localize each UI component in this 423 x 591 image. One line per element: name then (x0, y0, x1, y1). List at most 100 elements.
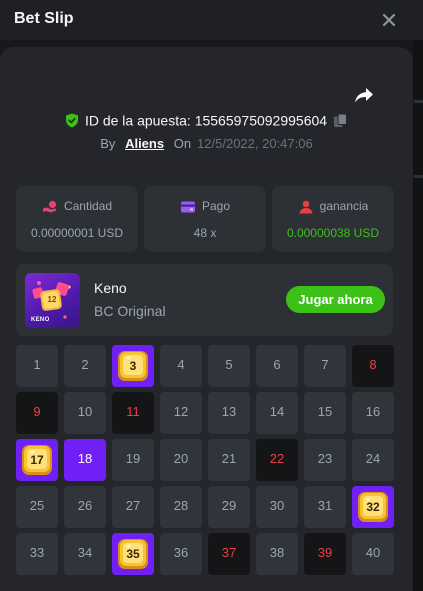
keno-cell-6: 6 (256, 345, 298, 387)
keno-cell-35: 35 (112, 533, 154, 575)
bet-date: 12/5/2022, 20:47:06 (197, 136, 313, 151)
keno-cell-22: 22 (256, 439, 298, 481)
bet-meta-row: By Aliens On 12/5/2022, 20:47:06 (0, 136, 413, 154)
keno-cell-number: 21 (221, 451, 237, 466)
keno-cell-38: 38 (256, 533, 298, 575)
keno-cell-4: 4 (160, 345, 202, 387)
profit-label: ganancia (319, 199, 369, 213)
wallet-icon (180, 201, 195, 213)
shield-check-icon (65, 113, 78, 128)
bet-id-label: ID de la apuesta: (84, 112, 191, 129)
keno-cell-40: 40 (352, 533, 394, 575)
keno-cell-8: 8 (352, 345, 394, 387)
keno-cell-13: 13 (208, 392, 250, 434)
keno-thumb-number: 12 (47, 295, 57, 304)
keno-cell-number: 11 (126, 404, 140, 419)
user-icon (299, 200, 313, 214)
copy-icon[interactable] (333, 113, 348, 128)
keno-cell-11: 11 (112, 392, 154, 434)
keno-cell-number: 30 (269, 498, 285, 513)
keno-cell-15: 15 (304, 392, 346, 434)
keno-cell-number: 19 (125, 451, 141, 466)
keno-cell-number: 7 (321, 357, 329, 372)
amount-label: Cantidad (63, 199, 113, 213)
keno-cell-21: 21 (208, 439, 250, 481)
user-link[interactable]: Aliens (125, 136, 164, 151)
keno-cell-number: 8 (369, 357, 377, 372)
keno-cell-12: 12 (160, 392, 202, 434)
game-provider: BC Original (94, 303, 166, 319)
keno-cell-number: 40 (365, 545, 381, 560)
payout-label: Pago (201, 199, 231, 213)
keno-cell-number: 36 (173, 545, 189, 560)
payout-value: 48 x (193, 226, 217, 240)
keno-cell-32: 32 (352, 486, 394, 528)
keno-cell-number: 26 (77, 498, 93, 513)
keno-cell-20: 20 (160, 439, 202, 481)
keno-cell-number: 14 (269, 404, 285, 419)
keno-thumb-label: KENO (31, 317, 50, 323)
keno-cell-number: 6 (273, 357, 281, 372)
keno-cell-number: 27 (125, 498, 141, 513)
background-page-mark (414, 100, 423, 103)
keno-cell-28: 28 (160, 486, 202, 528)
keno-cell-18: 18 (64, 439, 106, 481)
play-now-button[interactable]: Jugar ahora (286, 286, 385, 313)
bet-slip-title: Bet Slip (14, 10, 74, 27)
keno-cell-number: 20 (173, 451, 189, 466)
keno-cell-number: 18 (77, 451, 93, 466)
keno-cell-7: 7 (304, 345, 346, 387)
keno-cell-number: 25 (29, 498, 45, 513)
keno-cell-number: 2 (81, 357, 89, 372)
profit-value: 0.00000038 USD (286, 226, 380, 240)
keno-cell-number: 38 (269, 545, 285, 560)
keno-cell-34: 34 (64, 533, 106, 575)
keno-cell-25: 25 (16, 486, 58, 528)
keno-cell-36: 36 (160, 533, 202, 575)
keno-cell-37: 37 (208, 533, 250, 575)
amount-value: 0.00000001 USD (30, 226, 124, 240)
keno-cell-number: 34 (77, 545, 93, 560)
keno-cell-number: 9 (33, 404, 41, 419)
keno-cell-31: 31 (304, 486, 346, 528)
background-page-edge (413, 40, 423, 591)
keno-cell-number: 15 (317, 404, 333, 419)
share-icon[interactable] (353, 84, 375, 106)
keno-cell-27: 27 (112, 486, 154, 528)
keno-cell-number: 10 (77, 404, 93, 419)
keno-cell-number: 37 (221, 545, 237, 560)
keno-cell-39: 39 (304, 533, 346, 575)
profit-stat: ganancia 0.00000038 USD (272, 186, 394, 252)
keno-cell-number: 5 (225, 357, 233, 372)
keno-cell-24: 24 (352, 439, 394, 481)
keno-cell-number: 22 (269, 451, 285, 466)
keno-cell-number: 23 (317, 451, 333, 466)
game-row: 12 KENO Keno BC Original Jugar ahora (16, 264, 393, 336)
coin-hand-icon (42, 200, 57, 213)
keno-cell-16: 16 (352, 392, 394, 434)
keno-cell-23: 23 (304, 439, 346, 481)
keno-cell-number: 29 (221, 498, 237, 513)
game-name: Keno (94, 280, 127, 296)
keno-cell-number: 35 (126, 547, 140, 561)
keno-cell-number: 1 (33, 357, 41, 372)
background-page-mark (414, 175, 423, 178)
keno-cell-19: 19 (112, 439, 154, 481)
keno-cell-26: 26 (64, 486, 106, 528)
keno-cell-30: 30 (256, 486, 298, 528)
bet-slip-header: Bet Slip (0, 0, 423, 40)
keno-cell-5: 5 (208, 345, 250, 387)
keno-cell-number: 39 (317, 545, 333, 560)
keno-cell-number: 16 (365, 404, 381, 419)
keno-cell-10: 10 (64, 392, 106, 434)
keno-cell-29: 29 (208, 486, 250, 528)
close-icon[interactable] (380, 11, 398, 29)
amount-stat: Cantidad 0.00000001 USD (16, 186, 138, 252)
keno-cell-number: 31 (317, 498, 333, 513)
keno-cell-number: 33 (29, 545, 45, 560)
keno-cell-number: 32 (366, 500, 380, 514)
keno-thumbnail[interactable]: 12 KENO (25, 273, 80, 328)
keno-cell-3: 3 (112, 345, 154, 387)
keno-cell-number: 17 (30, 453, 44, 467)
keno-cell-9: 9 (16, 392, 58, 434)
